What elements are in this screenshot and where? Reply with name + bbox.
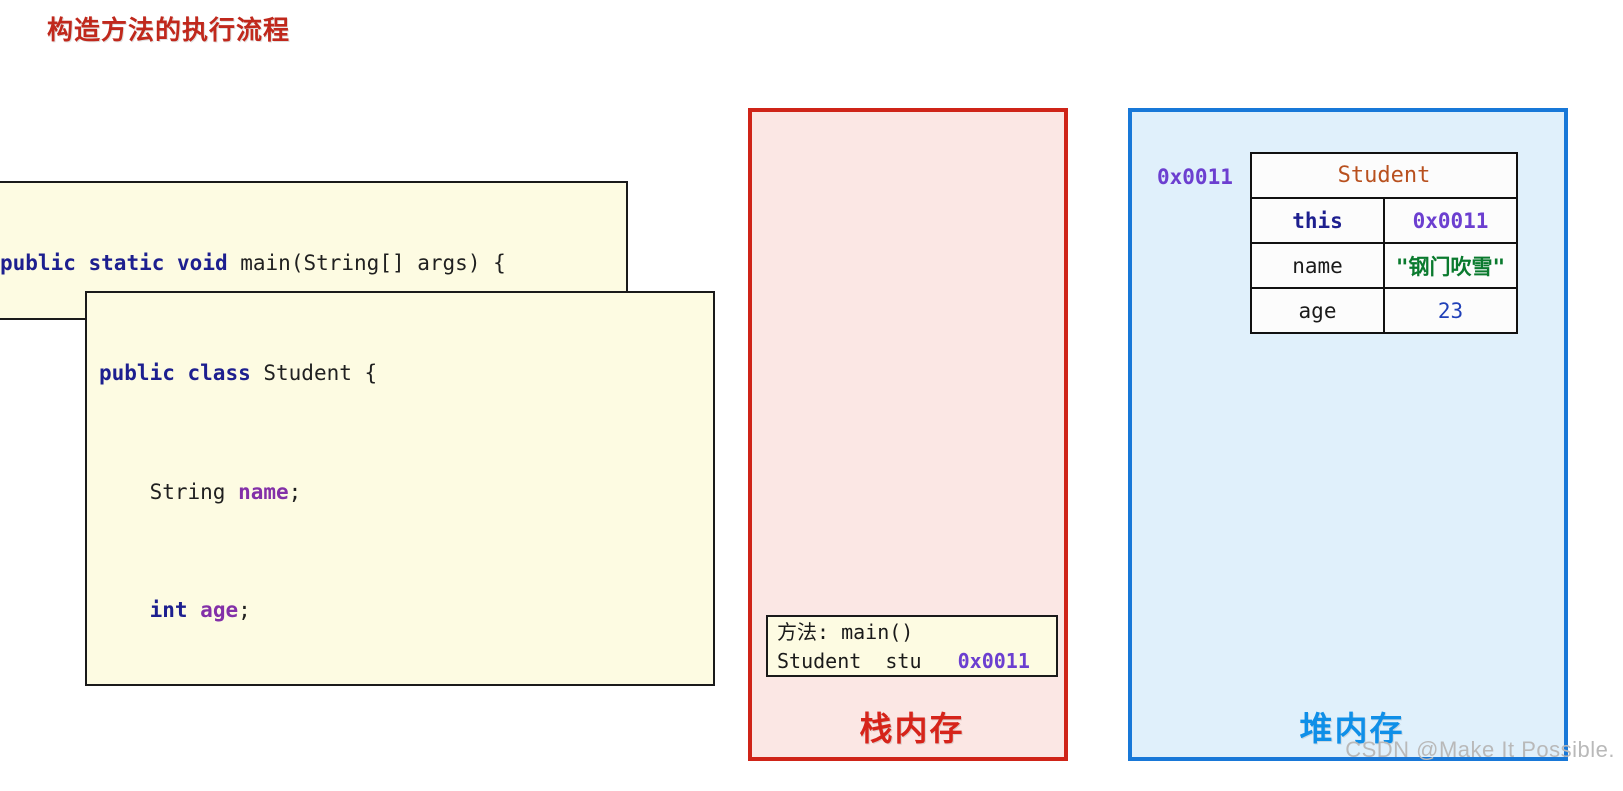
semicolon: ; (288, 479, 302, 504)
keyword-public: public (0, 251, 76, 276)
object-field-key-name: name (1250, 242, 1385, 289)
stack-frame-method-line: 方法: main() (777, 620, 914, 644)
stack-memory-panel: 方法: main() Student stu 0x0011 栈内存 (748, 108, 1068, 761)
student-object-table: Student this 0x0011 name "钢门吹雪" age 23 (1250, 152, 1518, 334)
keyword-static: static (88, 251, 165, 276)
string-type: String (99, 479, 239, 504)
object-field-value-name: "钢门吹雪" (1383, 242, 1518, 289)
object-field-key-this: this (1250, 197, 1385, 244)
heap-object-address-label: 0x0011 (1157, 165, 1233, 189)
object-field-value-this: 0x0011 (1383, 197, 1518, 244)
object-field-key-age: age (1250, 287, 1385, 334)
main-signature: main(String[] args) { (227, 251, 506, 276)
stack-memory-label: 栈内存 (859, 709, 965, 748)
code-line-field-name: String name; (99, 478, 713, 508)
object-field-value-age: 23 (1383, 287, 1518, 334)
field-name: name (238, 479, 289, 504)
student-class-code-block: public class Student { String name; int … (85, 291, 715, 686)
heap-memory-panel: 0x0011 Student this 0x0011 name "钢门吹雪" a… (1128, 108, 1568, 761)
keyword-int: int (149, 597, 188, 622)
watermark: CSDN @Make It Possible. (1345, 737, 1615, 762)
table-row: name "钢门吹雪" (1250, 242, 1518, 289)
code-line: public class Student { (99, 359, 713, 389)
code-line: public static void main(String[] args) { (0, 249, 626, 279)
code-line-field-age: int age; (99, 596, 713, 626)
stack-frame-variable-address: 0x0011 (957, 649, 1030, 673)
keyword-void: void (177, 251, 228, 276)
class-name-student: Student { (250, 361, 378, 386)
page-title: 构造方法的执行流程 (47, 16, 291, 46)
object-type-header: Student (1250, 152, 1518, 199)
table-row-header: Student (1250, 152, 1518, 199)
stack-frame-main: 方法: main() Student stu 0x0011 (766, 615, 1058, 677)
table-row: this 0x0011 (1250, 197, 1518, 244)
keyword-class: class (187, 361, 251, 386)
table-row: age 23 (1250, 287, 1518, 334)
field-age: age (200, 597, 239, 622)
stack-frame-variable-line: Student stu (777, 649, 922, 673)
keyword-public: public (99, 361, 175, 386)
semicolon: ; (238, 597, 251, 622)
